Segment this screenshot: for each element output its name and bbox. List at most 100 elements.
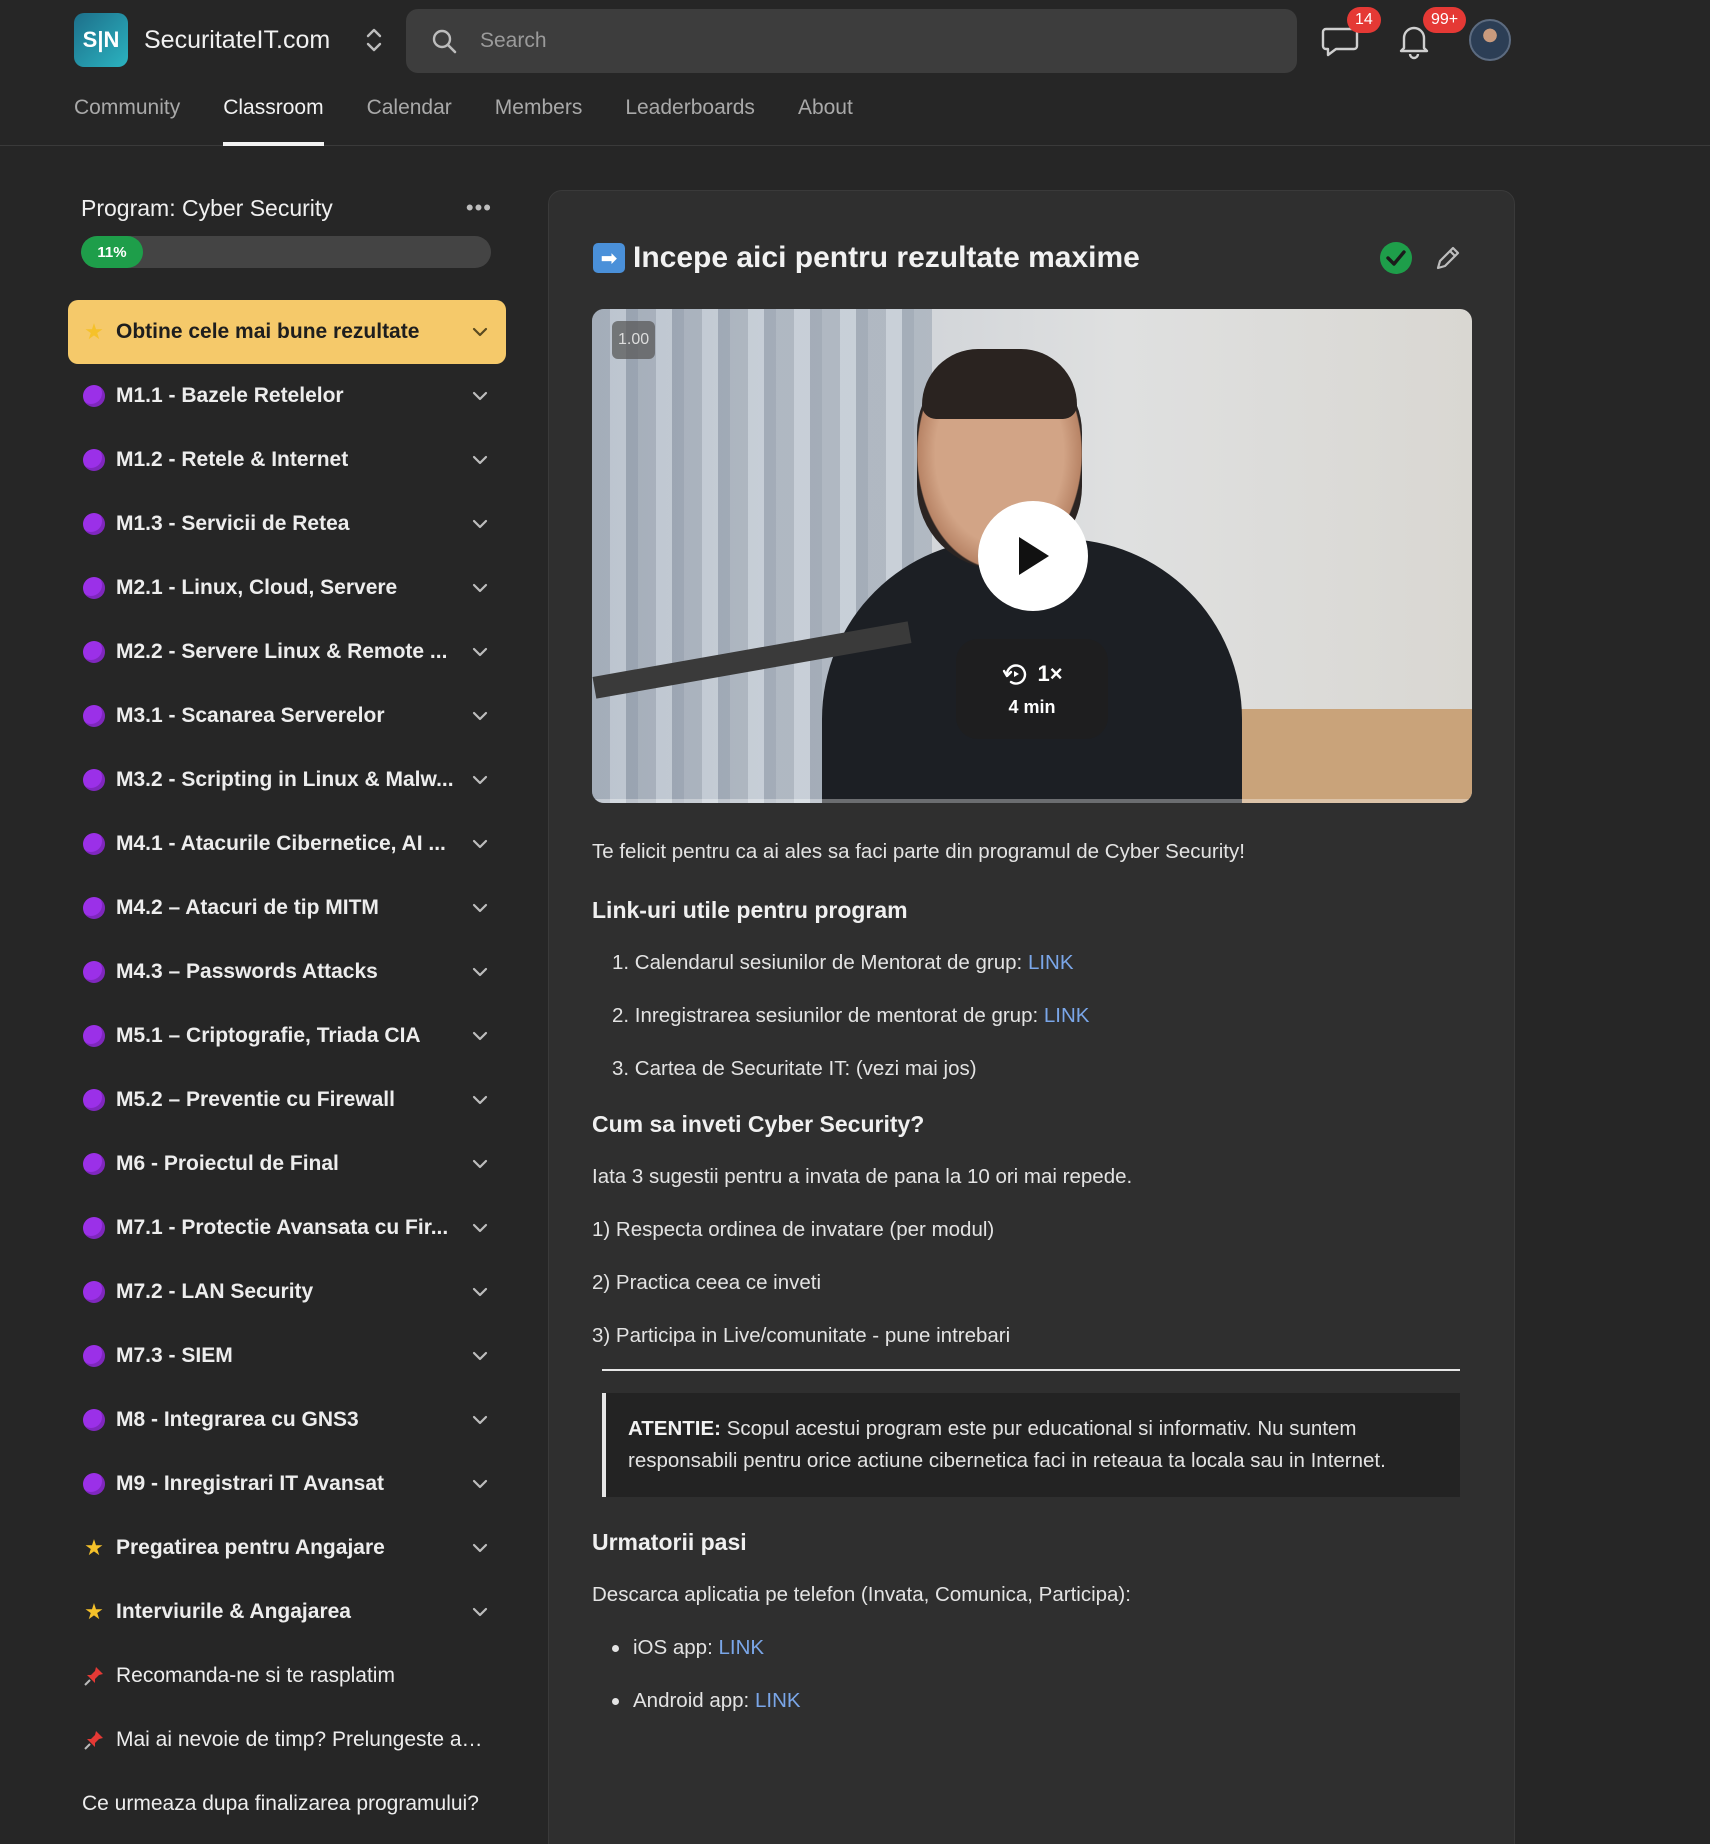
list-item-text: 1. Calendarul sesiunilor de Mentorat de … — [612, 951, 1028, 974]
sidebar-module-item[interactable]: M7.2 - LAN Security — [68, 1260, 506, 1324]
chevron-down-icon[interactable] — [470, 322, 490, 342]
switch-community-icon[interactable] — [364, 25, 384, 55]
chevron-down-icon[interactable] — [470, 514, 490, 534]
video-info-pill[interactable]: 1× 4 min — [956, 639, 1108, 739]
next-steps-heading: Urmatorii pasi — [592, 1529, 747, 1555]
sidebar-module-item[interactable]: M2.2 - Servere Linux & Remote ... — [68, 620, 506, 684]
sidebar-module-item[interactable]: M3.1 - Scanarea Serverelor — [68, 684, 506, 748]
edit-pencil-icon[interactable] — [1433, 243, 1463, 273]
pushpin-icon — [82, 1728, 106, 1752]
sidebar-module-item[interactable]: M1.3 - Servicii de Retea — [68, 492, 506, 556]
sidebar-module-item[interactable]: M2.1 - Linux, Cloud, Servere — [68, 556, 506, 620]
video-speed-tag[interactable]: 1.00 — [612, 321, 656, 359]
chevron-down-icon[interactable] — [470, 1090, 490, 1110]
sidebar-module-label: M4.1 - Atacurile Cibernetice, AI ... — [116, 832, 446, 855]
recordings-link[interactable]: LINK — [1044, 1004, 1090, 1027]
brand-name[interactable]: SecuritateIT.com — [144, 26, 330, 55]
sidebar-module-item[interactable]: M5.2 – Preventie cu Firewall — [68, 1068, 506, 1132]
playback-rate[interactable]: 1× — [1001, 661, 1063, 687]
purple-circle-icon — [82, 832, 106, 856]
sidebar-module-item[interactable]: M3.2 - Scripting in Linux & Malw... — [68, 748, 506, 812]
user-avatar[interactable] — [1469, 19, 1511, 61]
chevron-down-icon[interactable] — [470, 1026, 490, 1046]
calendar-link[interactable]: LINK — [1028, 951, 1074, 974]
sidebar-module-label: M7.2 - LAN Security — [116, 1280, 314, 1303]
lesson-content: Te felicit pentru ca ai ales sa faci par… — [592, 837, 1462, 1716]
sidebar-module-item[interactable]: Ce urmeaza dupa finalizarea programului? — [68, 1772, 506, 1836]
chevron-down-icon[interactable] — [470, 770, 490, 790]
replay-speed-icon — [1003, 663, 1027, 685]
purple-circle-icon — [82, 1152, 106, 1176]
sidebar-module-label: M1.3 - Servicii de Retea — [116, 512, 350, 535]
search-bar[interactable] — [406, 9, 1297, 73]
search-icon — [432, 29, 457, 54]
sidebar-module-item[interactable]: M4.3 – Passwords Attacks — [68, 940, 506, 1004]
tab-classroom[interactable]: Classroom — [223, 96, 324, 146]
video-presenter-hair — [922, 349, 1077, 419]
chevron-down-icon[interactable] — [470, 898, 490, 918]
sidebar-module-item[interactable]: M5.1 – Criptografie, Triada CIA — [68, 1004, 506, 1068]
android-app-link[interactable]: LINK — [755, 1686, 801, 1716]
sidebar-module-item[interactable]: M1.2 - Retele & Internet — [68, 428, 506, 492]
bullet — [612, 1697, 619, 1705]
tab-about[interactable]: About — [798, 96, 853, 146]
purple-circle-icon — [82, 768, 106, 792]
sidebar-module-item[interactable]: M7.3 - SIEM — [68, 1324, 506, 1388]
chevron-down-icon[interactable] — [470, 386, 490, 406]
ios-app-link[interactable]: LINK — [718, 1633, 764, 1663]
progress-fill: 11% — [81, 236, 143, 268]
sidebar-module-label: M3.1 - Scanarea Serverelor — [116, 704, 385, 727]
star-icon: ★ — [84, 1535, 104, 1560]
chevron-down-icon[interactable] — [470, 1602, 490, 1622]
chevron-down-icon[interactable] — [470, 1154, 490, 1174]
list-item-text: 2. Inregistrarea sesiunilor de mentorat … — [612, 1004, 1044, 1027]
sidebar-module-item[interactable]: M7.1 - Protectie Avansata cu Fir... — [68, 1196, 506, 1260]
chevron-down-icon[interactable] — [470, 962, 490, 982]
sidebar-module-label: M9 - Inregistrari IT Avansat — [116, 1472, 385, 1495]
search-input[interactable] — [480, 29, 1240, 53]
tab-community[interactable]: Community — [74, 96, 180, 146]
play-button[interactable] — [978, 501, 1088, 611]
chevron-down-icon[interactable] — [470, 1282, 490, 1302]
sidebar-module-item[interactable]: ★ Interviurile & Angajarea — [68, 1580, 506, 1644]
program-progress-bar: 11% — [81, 236, 491, 268]
chevron-down-icon[interactable] — [470, 1410, 490, 1430]
sidebar-module-item[interactable]: Mai ai nevoie de timp? Prelungeste acc..… — [68, 1708, 506, 1772]
sidebar-module-item[interactable]: M1.1 - Bazele Retelelor — [68, 364, 506, 428]
sidebar-module-item[interactable]: ★ Pregatirea pentru Angajare — [68, 1516, 506, 1580]
sidebar-module-item[interactable]: Recomanda-ne si te rasplatim — [68, 1644, 506, 1708]
sidebar-module-item[interactable]: M4.1 - Atacurile Cibernetice, AI ... — [68, 812, 506, 876]
chevron-down-icon[interactable] — [470, 450, 490, 470]
chevron-down-icon[interactable] — [470, 1538, 490, 1558]
purple-circle-icon — [82, 896, 106, 920]
purple-circle-icon — [82, 1088, 106, 1112]
chevron-down-icon[interactable] — [470, 642, 490, 662]
chevron-down-icon[interactable] — [470, 1218, 490, 1238]
chevron-down-icon[interactable] — [470, 1346, 490, 1366]
tab-leaderboards[interactable]: Leaderboards — [625, 96, 755, 146]
brand-logo[interactable]: S|N — [74, 13, 128, 67]
sidebar-module-item[interactable]: M4.2 – Atacuri de tip MITM — [68, 876, 506, 940]
chevron-down-icon[interactable] — [470, 578, 490, 598]
chevron-down-icon[interactable] — [470, 706, 490, 726]
chevron-down-icon[interactable] — [470, 1474, 490, 1494]
sidebar-module-item[interactable]: M8 - Integrarea cu GNS3 — [68, 1388, 506, 1452]
tip-item: 2) Practica ceea ce inveti — [592, 1271, 822, 1294]
lesson-video[interactable]: 1.00 1× 4 min — [592, 309, 1472, 803]
chevron-down-icon[interactable] — [470, 834, 490, 854]
video-progress-bar[interactable] — [592, 799, 1472, 803]
bullet — [612, 1644, 619, 1652]
list-item-text: Android app: — [633, 1689, 750, 1712]
pushpin-icon — [82, 1664, 106, 1688]
sidebar-module-item[interactable]: M6 - Proiectul de Final — [68, 1132, 506, 1196]
brand[interactable]: S|N SecuritateIT.com — [74, 13, 384, 67]
program-header: Program: Cyber Security ••• — [68, 190, 506, 226]
completed-check-icon[interactable] — [1379, 241, 1413, 275]
tab-members[interactable]: Members — [495, 96, 583, 146]
sidebar-module-item[interactable]: M9 - Inregistrari IT Avansat — [68, 1452, 506, 1516]
more-options-icon[interactable]: ••• — [466, 195, 492, 221]
sidebar-module-label: M4.3 – Passwords Attacks — [116, 960, 378, 983]
tab-calendar[interactable]: Calendar — [367, 96, 452, 146]
sidebar-module-item[interactable]: ★ Obtine cele mai bune rezultate — [68, 300, 506, 364]
notification-badge: 99+ — [1423, 7, 1467, 33]
